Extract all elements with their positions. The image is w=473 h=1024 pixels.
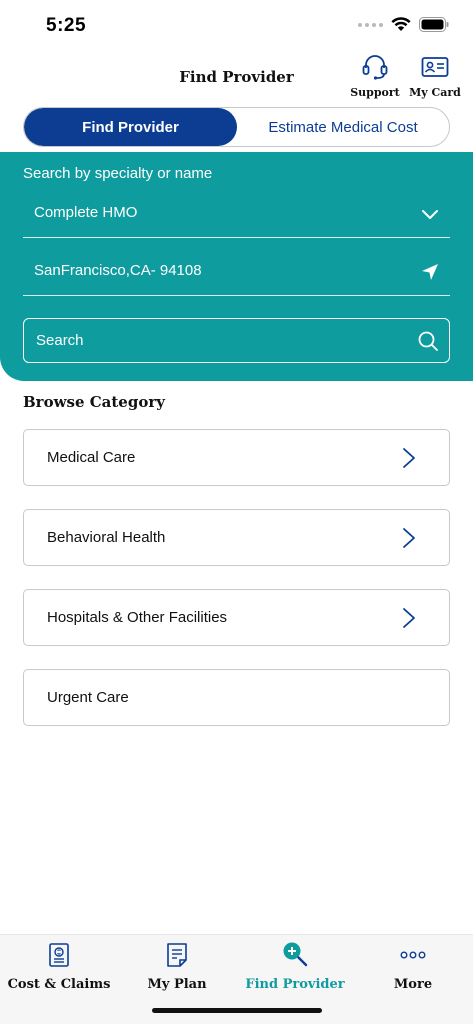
category-label: Hospitals & Other Facilities (47, 609, 228, 626)
nav-label: Cost & Claims (7, 977, 111, 992)
status-icons (358, 17, 449, 32)
category-hospitals-facilities[interactable]: Hospitals & Other Facilities (23, 589, 450, 646)
wifi-icon (391, 17, 411, 31)
plan-dropdown[interactable]: Complete HMO (23, 190, 450, 238)
nav-cost-claims[interactable]: Cost & Claims (0, 941, 118, 992)
category-label: Behavioral Health (47, 529, 166, 546)
location-arrow-icon[interactable] (420, 262, 440, 282)
signal-icon (358, 22, 383, 27)
more-icon (400, 951, 426, 959)
chevron-down-icon (422, 210, 438, 219)
support-button[interactable]: Support (345, 52, 405, 99)
category-label: Urgent Care (47, 689, 129, 706)
search-icon[interactable] (417, 330, 439, 352)
home-indicator (152, 1008, 322, 1013)
document-icon (167, 943, 187, 967)
find-provider-icon (283, 942, 308, 967)
nav-label: My Plan (147, 977, 207, 992)
chevron-right-icon (403, 448, 415, 468)
search-section-label: Search by specialty or name (23, 165, 213, 182)
app-header: Find Provider Support My Card (0, 52, 473, 104)
category-medical-care[interactable]: Medical Care (23, 429, 450, 486)
support-label: Support (350, 86, 400, 99)
my-card-button[interactable]: My Card (405, 52, 465, 99)
category-label: Medical Care (47, 449, 136, 466)
nav-label: More (393, 977, 433, 992)
nav-more[interactable]: More (354, 941, 472, 992)
nav-find-provider[interactable]: Find Provider (236, 941, 354, 992)
search-input[interactable] (24, 319, 404, 362)
chevron-right-icon (403, 528, 415, 548)
battery-icon (419, 17, 449, 32)
chevron-right-icon (403, 608, 415, 628)
status-time: 5:25 (46, 15, 87, 36)
category-list: Medical Care Behavioral Health Hospitals… (23, 429, 450, 749)
claims-icon (49, 943, 69, 967)
nav-label: Find Provider (245, 977, 345, 992)
my-card-label: My Card (409, 86, 461, 99)
tab-estimate-medical-cost[interactable]: Estimate Medical Cost (237, 108, 449, 146)
nav-my-plan[interactable]: My Plan (118, 941, 236, 992)
search-panel: Search by specialty or name Complete HMO… (0, 152, 473, 381)
status-bar: 5:25 (0, 0, 473, 52)
browse-category-title: Browse Category (23, 393, 165, 411)
segmented-tabs: Find Provider Estimate Medical Cost (23, 107, 450, 147)
plan-dropdown-value: Complete HMO (34, 204, 138, 221)
search-box (23, 318, 450, 363)
category-urgent-care[interactable]: Urgent Care (23, 669, 450, 726)
category-behavioral-health[interactable]: Behavioral Health (23, 509, 450, 566)
id-card-icon (421, 57, 449, 77)
headset-icon (362, 55, 388, 80)
tab-find-provider[interactable]: Find Provider (24, 108, 237, 146)
location-field[interactable]: SanFrancisco,CA- 94108 (23, 248, 450, 296)
location-value: SanFrancisco,CA- 94108 (34, 262, 202, 279)
